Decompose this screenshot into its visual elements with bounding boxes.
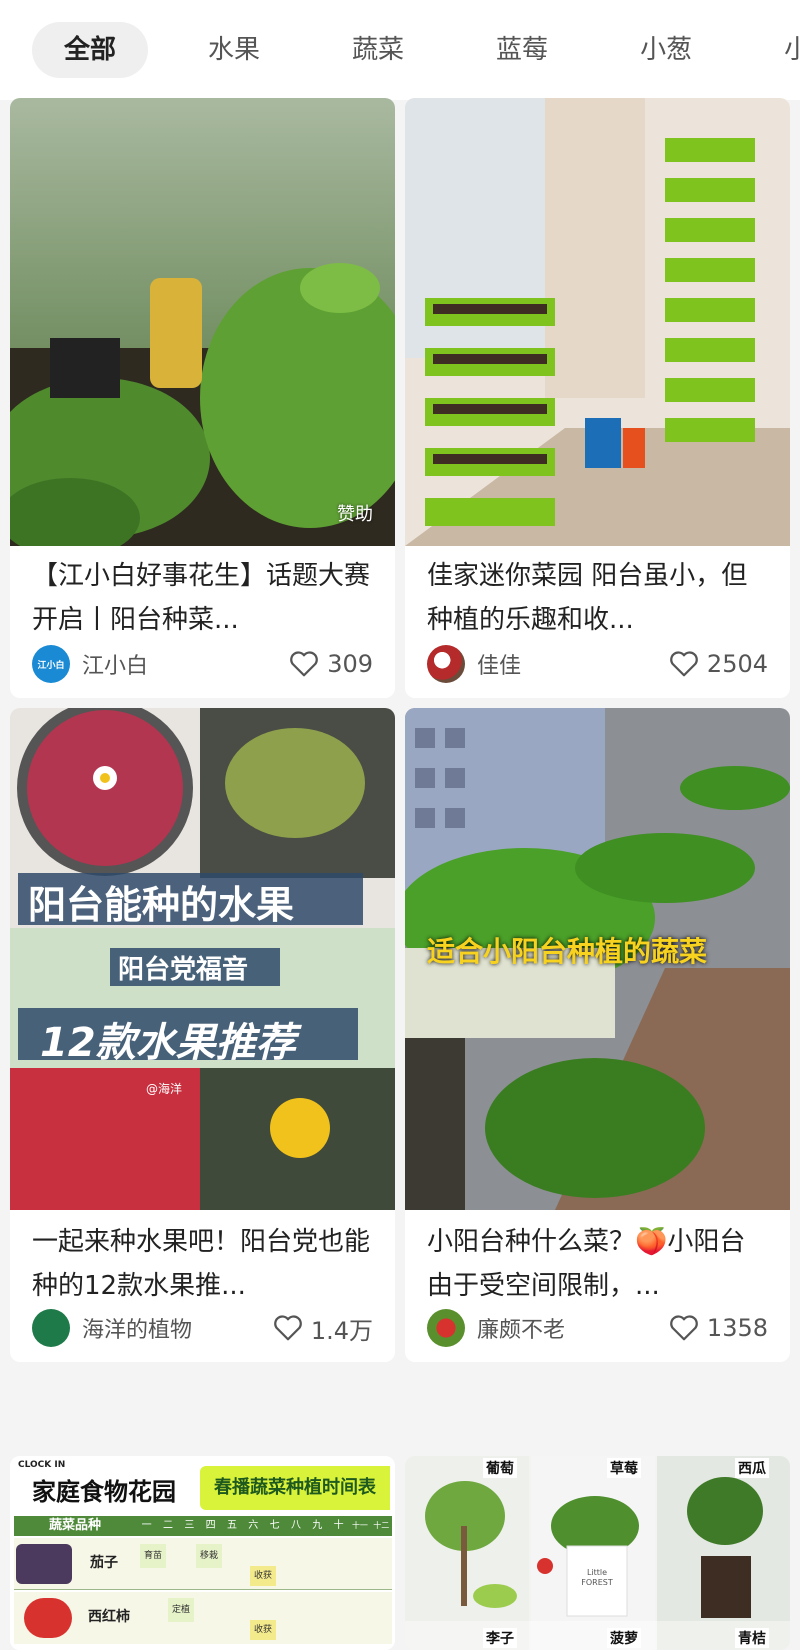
feed-card-3[interactable]: 阳台能种的水果 阳台党福音 12款水果推荐 @海洋 一起来种水果吧！阳台党也能种… [10,708,395,1362]
pot-print: Little FOREST [581,1568,613,1587]
card-author[interactable]: 佳佳 [427,644,521,684]
feed-card-4[interactable]: 适合小阳台种植的蔬菜 小阳台种什么菜？🍑小阳台由于受空间限制，... 廉颇不老 … [405,708,790,1362]
tab-scallion[interactable]: 小葱 [608,22,724,78]
card-title: 【江小白好事花生】话题大赛开启丨阳台种菜... [32,561,371,635]
tab-blueberry[interactable]: 蓝莓 [464,22,580,78]
feed-card-6[interactable]: 葡萄 草莓 西瓜 李子 菠萝 青桔 Little FOREST [405,1456,790,1650]
tab-fruit[interactable]: 水果 [176,22,292,78]
card-title: 佳家迷你菜园 阳台虽小，但种植的乐趣和收... [427,561,748,635]
poster-title: 家庭食物花园 [32,1478,176,1506]
schedule-row: 西红柿 定植 收获 [14,1592,392,1644]
clock-in-label: CLOCK IN [18,1460,66,1470]
card-image: 阳台能种的水果 阳台党福音 12款水果推荐 @海洋 [10,708,395,1210]
like-count: 1.4万 [310,1316,373,1345]
author-name: 江小白 [82,654,149,679]
heart-icon [670,1315,698,1341]
heart-icon [273,1315,302,1341]
card-title: 小阳台种什么菜？🍑小阳台由于受空间限制，... [427,1227,746,1301]
feed-card-5[interactable]: CLOCK IN 家庭食物花园 春播蔬菜种植时间表 蔬菜品种 一 二 三 四 五… [10,1456,395,1650]
heart-icon [290,651,319,677]
card-title: 一起来种水果吧！阳台党也能种的12款水果推... [32,1227,371,1301]
avatar [427,645,465,683]
schedule-header: 蔬菜品种 一 二 三 四 五 六 七 八 九 十 十一 十二 [14,1516,392,1536]
like-count: 2504 [706,650,768,678]
feed-card-2[interactable]: 佳家迷你菜园 阳台虽小，但种植的乐趣和收... 佳佳 2504 [405,98,790,698]
sponsored-badge: 赞助 [337,504,373,525]
card-image: 赞助 [10,98,395,546]
label-green-tangerine: 青桔 [735,1628,769,1648]
card-author[interactable]: 海洋的植物 [32,1308,192,1348]
tab-partial[interactable]: 小 [752,22,800,78]
label-pineapple: 菠萝 [607,1628,641,1648]
overlay-tagline: 12款水果推荐 [40,1020,296,1066]
card-author[interactable]: 廉颇不老 [427,1308,565,1348]
avatar [427,1309,465,1347]
like-count: 1358 [706,1314,768,1342]
label-plum: 李子 [483,1628,517,1648]
overlay-headline: 适合小阳台种植的蔬菜 [427,935,708,968]
author-name: 廉颇不老 [477,1318,566,1343]
poster-banner: 春播蔬菜种植时间表 [200,1466,390,1510]
card-image: 适合小阳台种植的蔬菜 [405,708,790,1210]
like-button[interactable]: 309 [289,644,373,684]
overlay-subhead: 阳台党福音 [118,955,249,985]
image-watermark: @海洋 [146,1082,183,1096]
like-button[interactable]: 2504 [669,644,768,684]
label-grape: 葡萄 [483,1458,517,1478]
author-name: 海洋的植物 [82,1318,193,1343]
card-image: 葡萄 草莓 西瓜 李子 菠萝 青桔 Little FOREST [405,1456,790,1650]
avatar [32,1309,70,1347]
label-watermelon: 西瓜 [735,1458,769,1478]
card-author[interactable]: 江小白 江小白 [32,644,148,684]
tab-all[interactable]: 全部 [32,22,149,78]
like-button[interactable]: 1.4万 [273,1308,373,1348]
like-button[interactable]: 1358 [669,1308,768,1348]
overlay-headline: 阳台能种的水果 [28,883,295,927]
schedule-row: 茄子 育苗 移栽 收获 [14,1538,392,1590]
tab-vegetables[interactable]: 蔬菜 [320,22,436,78]
card-image [405,98,790,546]
feed-card-1[interactable]: 赞助 【江小白好事花生】话题大赛开启丨阳台种菜... 江小白 江小白 309 [10,98,395,698]
author-name: 佳佳 [477,654,522,679]
category-tab-bar: 全部 水果 蔬菜 蓝莓 小葱 小 [0,0,800,100]
label-strawberry: 草莓 [607,1458,641,1478]
card-image: CLOCK IN 家庭食物花园 春播蔬菜种植时间表 蔬菜品种 一 二 三 四 五… [10,1456,395,1650]
like-count: 309 [327,650,373,678]
heart-icon [670,651,698,677]
avatar: 江小白 [32,645,70,683]
